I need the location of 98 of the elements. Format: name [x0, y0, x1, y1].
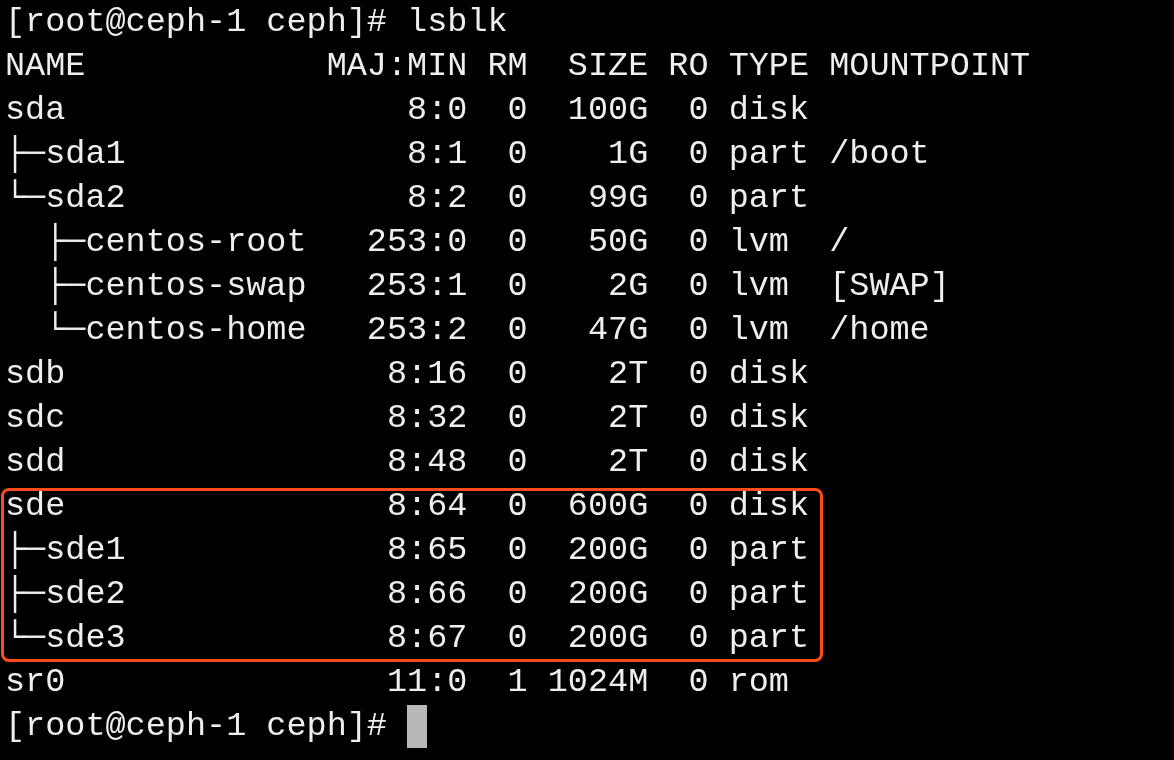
- ro-cell: 0: [688, 443, 709, 481]
- maj-min-cell: 8:48: [386, 443, 468, 481]
- size-cell: 200G: [567, 575, 649, 613]
- header-rm: RM: [487, 47, 528, 85]
- rm-cell: 0: [507, 399, 528, 437]
- device-name: └─sda2: [5, 179, 126, 217]
- size-cell: 2T: [608, 399, 649, 437]
- device-name: sde: [5, 487, 66, 525]
- header-mountpoint: MOUNTPOINT: [829, 47, 1031, 85]
- device-name: sda: [5, 91, 66, 129]
- device-name: ├─sde2: [5, 575, 126, 613]
- device-name: ├─sda1: [5, 135, 126, 173]
- device-name: └─sde3: [5, 619, 126, 657]
- size-cell: 200G: [567, 531, 649, 569]
- ro-cell: 0: [688, 487, 709, 525]
- device-name: sdc: [5, 399, 66, 437]
- rm-cell: 0: [507, 311, 528, 349]
- device-name: ├─centos-root: [44, 223, 307, 261]
- header-type: TYPE: [728, 47, 810, 85]
- type-cell: lvm: [728, 311, 789, 349]
- size-cell: 99G: [587, 179, 649, 217]
- header-ro: RO: [668, 47, 709, 85]
- size-cell: 2T: [608, 355, 649, 393]
- device-name: sr0: [5, 663, 66, 701]
- ro-cell: 0: [688, 531, 709, 569]
- rm-cell: 0: [507, 487, 528, 525]
- type-cell: disk: [728, 355, 810, 393]
- type-cell: rom: [728, 663, 789, 701]
- ro-cell: 0: [688, 179, 709, 217]
- rm-cell: 0: [507, 355, 528, 393]
- header-size: SIZE: [567, 47, 649, 85]
- ro-cell: 0: [688, 663, 709, 701]
- rm-cell: 0: [507, 619, 528, 657]
- maj-min-cell: 8:65: [386, 531, 468, 569]
- size-cell: 600G: [567, 487, 649, 525]
- maj-min-cell: 8:66: [386, 575, 468, 613]
- rm-cell: 0: [507, 135, 528, 173]
- header-maj-min: MAJ:MIN: [326, 47, 468, 85]
- maj-min-cell: 8:16: [386, 355, 468, 393]
- size-cell: 200G: [567, 619, 649, 657]
- mountpoint-cell: /boot: [829, 135, 930, 173]
- type-cell: part: [728, 135, 810, 173]
- size-cell: 100G: [567, 91, 649, 129]
- mountpoint-cell: [SWAP]: [829, 267, 950, 305]
- rm-cell: 0: [507, 223, 528, 261]
- rm-cell: 0: [507, 267, 528, 305]
- ro-cell: 0: [688, 223, 709, 261]
- device-name: sdb: [5, 355, 66, 393]
- mountpoint-cell: /: [829, 223, 850, 261]
- type-cell: part: [728, 179, 810, 217]
- size-cell: 47G: [587, 311, 649, 349]
- ro-cell: 0: [688, 91, 709, 129]
- device-name: ├─centos-swap: [44, 267, 307, 305]
- rm-cell: 0: [507, 575, 528, 613]
- device-name: ├─sde1: [5, 531, 126, 569]
- header-name: NAME: [5, 47, 86, 85]
- size-cell: 1G: [608, 135, 649, 173]
- device-name: └─centos-home: [44, 311, 307, 349]
- type-cell: part: [728, 531, 810, 569]
- maj-min-cell: 8:2: [407, 179, 468, 217]
- command-text: lsblk: [407, 2, 508, 43]
- ro-cell: 0: [688, 135, 709, 173]
- ro-cell: 0: [688, 575, 709, 613]
- rm-cell: 0: [507, 531, 528, 569]
- shell-prompt: [root@ceph-1 ceph]#: [5, 706, 387, 747]
- maj-min-cell: 253:2: [366, 311, 468, 349]
- maj-min-cell: 8:64: [386, 487, 468, 525]
- device-name: sdd: [5, 443, 66, 481]
- rm-cell: 0: [507, 91, 528, 129]
- size-cell: 2T: [608, 443, 649, 481]
- type-cell: disk: [728, 91, 810, 129]
- type-cell: lvm: [728, 223, 789, 261]
- maj-min-cell: 253:1: [366, 267, 468, 305]
- ro-cell: 0: [688, 619, 709, 657]
- size-cell: 1024M: [547, 663, 649, 701]
- type-cell: disk: [728, 487, 810, 525]
- rm-cell: 1: [507, 663, 528, 701]
- type-cell: disk: [728, 443, 810, 481]
- ro-cell: 0: [688, 355, 709, 393]
- ro-cell: 0: [688, 267, 709, 305]
- size-cell: 2G: [608, 267, 649, 305]
- type-cell: disk: [728, 399, 810, 437]
- mountpoint-cell: /home: [829, 311, 930, 349]
- type-cell: part: [728, 619, 810, 657]
- type-cell: lvm: [728, 267, 789, 305]
- maj-min-cell: 8:32: [386, 399, 468, 437]
- maj-min-cell: 253:0: [366, 223, 468, 261]
- maj-min-cell: 8:1: [407, 135, 468, 173]
- rm-cell: 0: [507, 443, 528, 481]
- size-cell: 50G: [587, 223, 649, 261]
- ro-cell: 0: [688, 311, 709, 349]
- maj-min-cell: 8:0: [407, 91, 468, 129]
- rm-cell: 0: [507, 179, 528, 217]
- type-cell: part: [728, 575, 810, 613]
- ro-cell: 0: [688, 399, 709, 437]
- shell-prompt: [root@ceph-1 ceph]#: [5, 2, 387, 43]
- maj-min-cell: 11:0: [386, 663, 468, 701]
- maj-min-cell: 8:67: [386, 619, 468, 657]
